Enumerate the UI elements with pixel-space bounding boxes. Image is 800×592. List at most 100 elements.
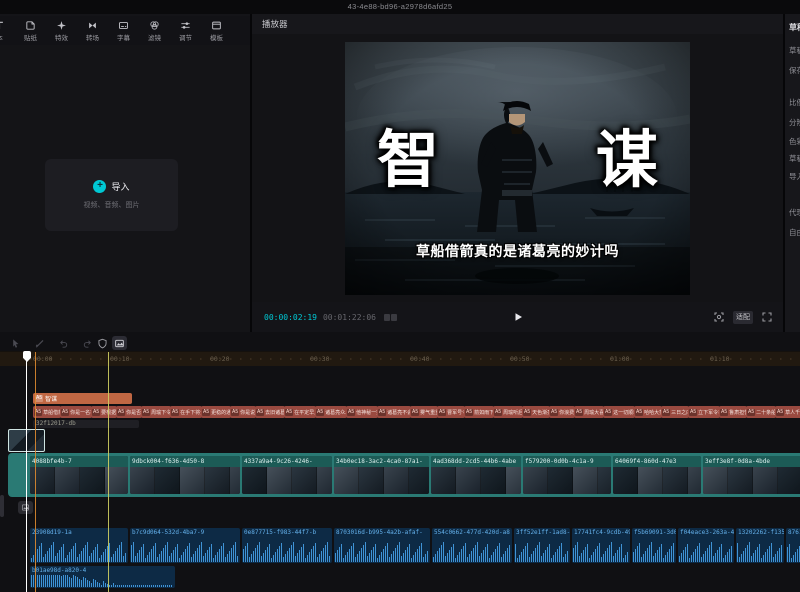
waveform-bar (451, 547, 452, 562)
audio-clip[interactable]: 17741fc4-9cdb-49 (572, 528, 630, 563)
audio-clip[interactable]: 23908d19-1a (30, 528, 128, 563)
subtitle-clip[interactable]: A5更稳的通 (201, 406, 231, 418)
waveform-bar (181, 555, 182, 562)
draft-setting-label: 自由 (789, 227, 800, 238)
ratio-button[interactable]: 适配 (733, 311, 753, 324)
subtitle-clip[interactable]: A5曹军号令 (437, 406, 465, 418)
media-tool-7[interactable]: 调节 (170, 20, 201, 42)
video-clip-name: 4088bfe4b-7 (30, 456, 128, 467)
subtitle-clip[interactable]: A5哈哈大笑 (634, 406, 662, 418)
waveform-bar (81, 551, 82, 562)
media-tool-3[interactable]: 特效 (46, 20, 77, 42)
media-tool-4[interactable]: 转场 (77, 20, 108, 42)
video-frame (548, 467, 573, 494)
video-clip[interactable]: f579200-0d0b-4c1a-9 (523, 456, 611, 494)
video-clip[interactable]: 64069f4-860d-47e3 (613, 456, 701, 494)
import-dropzone[interactable]: + 导入 视频、音频、图片 (45, 159, 178, 231)
subtitle-clip-text: 雾气重重 (420, 409, 438, 416)
subtitle-clip[interactable]: A5要根据 (91, 406, 117, 418)
audio-clip[interactable]: 876156db-38ca-41 (786, 528, 800, 563)
waveform-bar (771, 543, 772, 562)
audio-clip[interactable]: f04eace3-263a-4ea5- (678, 528, 734, 563)
audio-clip[interactable]: b7c9d064-532d-4ba7-9 (130, 528, 240, 563)
subtitle-clip[interactable]: A5箭如雨下 (464, 406, 494, 418)
subtitle-clip[interactable]: A5周瑜下令 (141, 406, 171, 418)
subtitle-clip[interactable]: A5你是否 (116, 406, 142, 418)
waveform-bar (709, 545, 710, 562)
subtitle-clip[interactable]: A5你是一名将 (60, 406, 92, 418)
title-text-clip[interactable]: A5 智谋 (33, 393, 132, 404)
subtitle-clip[interactable]: A5草人千个 (775, 406, 800, 418)
subtitle-clip[interactable]: A5去旧诸葛 (255, 406, 285, 418)
play-button[interactable] (510, 309, 526, 325)
video-clip[interactable]: 9dbck004-f636-4d50-8 (130, 456, 240, 494)
timeline-tool-redo[interactable] (80, 336, 95, 350)
media-tool-1[interactable]: 本 (0, 20, 15, 42)
subtitle-clip[interactable]: A5你是说 (230, 406, 256, 418)
video-preview[interactable]: 智 谋 草船借箭真的是诸葛亮的妙计吗 (345, 42, 690, 295)
timeline-tool-undo[interactable] (56, 336, 71, 350)
timeline-tool-blade[interactable] (32, 336, 47, 350)
video-clip[interactable]: 4088bfe4b-7 (30, 456, 128, 494)
subtitle-clip[interactable]: A5他神秘一笑 (346, 406, 378, 418)
waveform-bar (495, 549, 496, 562)
frame-compare-icon[interactable] (384, 314, 397, 321)
timeline-tool-cover[interactable] (112, 336, 127, 350)
video-clip-frames (242, 467, 332, 494)
media-tool-8[interactable]: 模板 (201, 20, 232, 42)
fit-frame-icon[interactable] (713, 311, 725, 323)
subtitle-clip[interactable]: A5三日之内 (661, 406, 689, 418)
video-clip[interactable]: 34b0ec18-3ac2-4ca0-87a1- (334, 456, 429, 494)
subtitle-clip[interactable]: A5诸葛亮不会骗 (377, 406, 411, 418)
subtitle-clip[interactable]: A5雾气重重 (410, 406, 438, 418)
audio-clip[interactable]: 554c0662-477d-420d-a8 (432, 528, 512, 563)
import-button[interactable]: + 导入 (93, 180, 129, 193)
subtitle-clip[interactable]: A5在平定早几 (284, 406, 316, 418)
audio-clip-name: b01ae98d-a820-4 (30, 566, 175, 575)
media-tool-2[interactable]: 贴纸 (15, 20, 46, 42)
waveform-bar (401, 556, 402, 562)
subtitle-clip[interactable]: A5周瑜听后 (493, 406, 523, 418)
fullscreen-icon[interactable] (761, 311, 773, 323)
timeline: 00:0000:1000:2000:3000:4000:5001:0001:10… (0, 332, 800, 592)
subtitle-clip[interactable]: A5天色渐亮 (522, 406, 550, 418)
audio-clip[interactable]: 0e877715-f983-44f7-b (242, 528, 332, 563)
media-tool-6[interactable]: 滤镜 (139, 20, 170, 42)
timeline-ruler[interactable]: 00:0000:1000:2000:3000:4000:5001:0001:10 (0, 351, 800, 366)
subtitle-clip[interactable]: A5鲁肃担忧 (719, 406, 747, 418)
timeline-tool-shield[interactable] (95, 336, 110, 350)
subtitle-clip-text: 草船借箭 (43, 409, 61, 416)
waveform-bar (173, 550, 174, 562)
subtitle-clip[interactable]: A5这一切顺利 (603, 406, 635, 418)
audio-clip[interactable]: f5b69091-3d01-47b (632, 528, 676, 563)
video-clip[interactable]: 3eff3e8f-0d8a-4bde (703, 456, 800, 494)
subtitle-clip[interactable]: A5你浪费 (549, 406, 575, 418)
waveform-bar (297, 553, 298, 562)
meta-text-clip[interactable]: 32f12017-db (33, 420, 139, 428)
waveform-bar (123, 585, 124, 587)
subtitle-clip[interactable]: A5在手下将士 (170, 406, 202, 418)
waveform-bar (383, 549, 384, 562)
subtitle-clip[interactable]: A5诸葛亮众人 (315, 406, 347, 418)
audio-clip[interactable]: 8703016d-b995-4a2b-afaf- (334, 528, 430, 563)
track-scroll-handle[interactable] (0, 495, 4, 517)
marker-yellow-line[interactable] (108, 352, 109, 592)
audio-track-2-clip[interactable]: b01ae98d-a820-4 (30, 566, 175, 588)
timeline-tool-cursor[interactable] (8, 336, 23, 350)
subtitle-clip[interactable]: A5二十条船 (746, 406, 776, 418)
marker-orange-line[interactable] (35, 352, 36, 592)
waveform-bar (681, 553, 682, 562)
audio-clip[interactable]: 3ff52e1ff-1ad8-4a4d (514, 528, 570, 563)
subtitle-clip[interactable]: A5周瑜大喜 (574, 406, 604, 418)
subtitle-clip[interactable]: A5立下军令状 (688, 406, 720, 418)
video-clip[interactable]: 4ad368dd-2cd5-44b6-4abe (431, 456, 521, 494)
video-clip[interactable]: 4337a9a4-9c26-4246- (242, 456, 332, 494)
waveform-bar (141, 547, 142, 562)
waveform-bar (291, 545, 292, 562)
audio-waveform (335, 538, 429, 562)
subtitle-clip[interactable]: A5草船借箭 (33, 406, 61, 418)
waveform-bar (739, 557, 740, 562)
video-frame (663, 467, 688, 494)
media-tool-5[interactable]: 字幕 (108, 20, 139, 42)
audio-clip[interactable]: 13202262-f135-4e00- (736, 528, 784, 563)
